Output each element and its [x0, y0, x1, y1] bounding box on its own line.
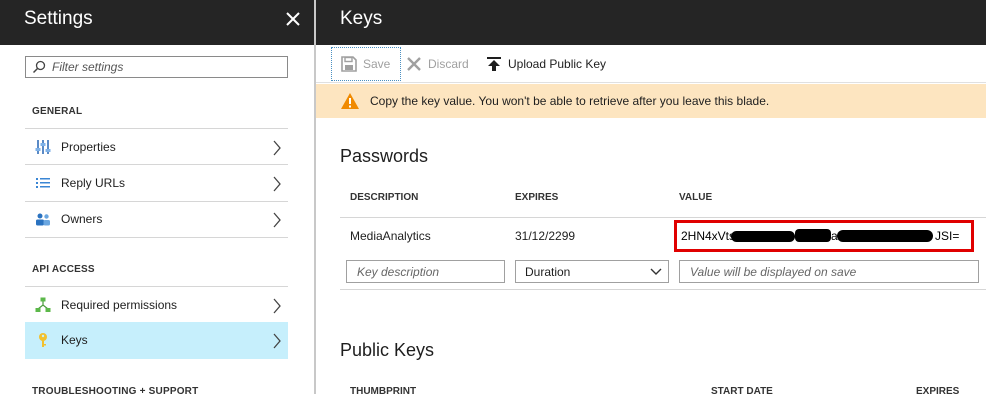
- nav-item-required-permissions[interactable]: Required permissions: [25, 286, 288, 323]
- duration-value: Duration: [525, 265, 571, 279]
- discard-button[interactable]: Discard: [406, 47, 469, 81]
- key-icon: [39, 333, 47, 347]
- warning-icon: [341, 93, 359, 109]
- warning-banner: Copy the key value. You won't be able to…: [316, 84, 986, 118]
- nav-label-required-permissions: Required permissions: [61, 298, 178, 312]
- nav-label-keys: Keys: [61, 333, 88, 347]
- keys-blade: Keys Save Discard Upload Public Key Copy…: [316, 0, 986, 394]
- chevron-right-icon: [273, 176, 281, 192]
- nav-item-properties[interactable]: Properties: [25, 128, 288, 165]
- key-value-text: 2HN4xVts: [681, 229, 735, 243]
- key-value-highlight[interactable]: 2HN4xVts Jar JSI=: [674, 220, 974, 252]
- permissions-icon: [35, 297, 51, 312]
- settings-header: Settings: [0, 0, 314, 45]
- chevron-down-icon: [650, 268, 662, 275]
- section-api-access: API ACCESS: [32, 264, 95, 275]
- col-value: VALUE: [679, 192, 713, 203]
- key-expires: 31/12/2299: [515, 229, 576, 243]
- warning-text: Copy the key value. You won't be able to…: [370, 94, 770, 108]
- discard-icon: [407, 57, 421, 71]
- list-icon: [36, 178, 50, 188]
- search-icon: [32, 60, 46, 74]
- chevron-right-icon: [273, 298, 281, 314]
- close-button[interactable]: [282, 8, 304, 30]
- col-expires: EXPIRES: [515, 192, 559, 203]
- nav-item-reply-urls[interactable]: Reply URLs: [25, 165, 288, 202]
- properties-icon: [35, 140, 51, 154]
- passwords-heading: Passwords: [340, 146, 429, 166]
- redaction-mark: [837, 230, 933, 242]
- col-public-expires: EXPIRES: [916, 386, 960, 394]
- nav-item-keys[interactable]: Keys: [25, 322, 288, 359]
- key-description-input[interactable]: [347, 261, 504, 282]
- settings-title: Settings: [24, 8, 93, 29]
- app-root: Settings GENERAL: [0, 0, 986, 394]
- section-general: GENERAL: [32, 106, 83, 117]
- save-icon: [341, 56, 357, 72]
- users-icon: [36, 213, 50, 226]
- filter-settings-input[interactable]: [52, 59, 282, 75]
- nav-label-owners: Owners: [61, 212, 103, 226]
- settings-blade: Settings GENERAL: [0, 0, 314, 394]
- redaction-mark: [795, 229, 831, 242]
- close-icon: [286, 12, 300, 26]
- upload-public-key-button[interactable]: Upload Public Key: [486, 47, 606, 81]
- col-start-date: START DATE: [711, 386, 773, 394]
- nav-item-owners[interactable]: Owners: [25, 201, 288, 238]
- redaction-mark: [731, 231, 795, 242]
- upload-icon: [487, 57, 501, 71]
- save-label: Save: [363, 57, 391, 71]
- public-keys-heading: Public Keys: [340, 340, 435, 360]
- key-description: MediaAnalytics: [350, 229, 431, 243]
- key-value-field: [679, 260, 979, 283]
- save-button[interactable]: Save: [331, 47, 402, 81]
- key-description-field: [346, 260, 505, 283]
- keys-header: Keys: [316, 0, 986, 45]
- duration-select[interactable]: Duration: [515, 260, 669, 283]
- col-description: DESCRIPTION: [350, 192, 419, 203]
- upload-label: Upload Public Key: [508, 57, 607, 71]
- nav-label-properties: Properties: [61, 140, 116, 154]
- value-start: 2HN4xVts: [681, 229, 736, 243]
- value-end: JSI=: [935, 229, 960, 243]
- chevron-right-icon: [273, 333, 281, 349]
- filter-settings-box: [25, 56, 288, 78]
- col-thumbprint: THUMBPRINT: [350, 386, 417, 394]
- toolbar: Save Discard Upload Public Key: [316, 45, 986, 83]
- nav-label-reply-urls: Reply URLs: [61, 176, 126, 190]
- chevron-right-icon: [273, 140, 281, 156]
- discard-label: Discard: [428, 57, 469, 71]
- row-divider: [340, 289, 986, 290]
- header-divider: [340, 217, 986, 218]
- section-troubleshooting: TROUBLESHOOTING + SUPPORT: [32, 386, 199, 394]
- chevron-right-icon: [273, 212, 281, 228]
- keys-title: Keys: [340, 8, 383, 29]
- key-value-input[interactable]: [680, 261, 978, 282]
